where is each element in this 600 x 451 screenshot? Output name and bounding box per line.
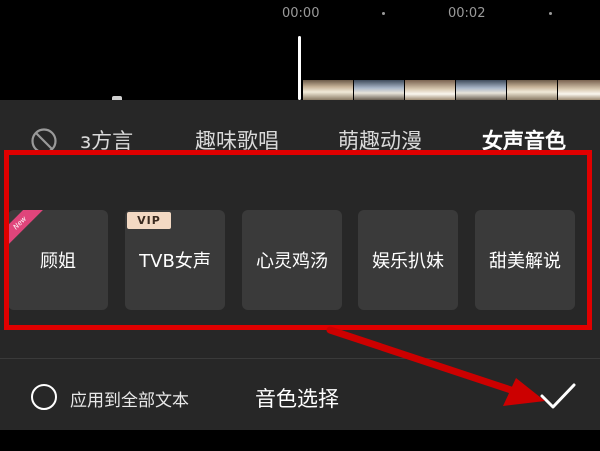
video-frame [507, 80, 557, 100]
video-frame [456, 80, 506, 100]
video-thumbnail-strip[interactable] [303, 80, 600, 100]
voice-select-title: 音色选择 [255, 387, 339, 411]
apply-all-label[interactable]: 应用到全部文本 [70, 386, 189, 411]
bottom-bar [0, 430, 600, 451]
time-tick-dot [549, 12, 552, 15]
video-frame [354, 80, 404, 100]
highlight-box [4, 150, 592, 330]
video-frame [405, 80, 455, 100]
video-frame [558, 80, 600, 100]
playhead[interactable] [298, 36, 301, 100]
radio-circle-icon[interactable] [31, 384, 57, 410]
time-tick-dot [382, 12, 385, 15]
checkmark-icon[interactable] [538, 380, 578, 412]
video-frame [303, 80, 353, 100]
timeline[interactable]: 00:00 00:02 [0, 0, 600, 100]
time-label-start: 00:00 [282, 6, 320, 21]
time-label-next: 00:02 [448, 6, 486, 21]
divider [0, 358, 600, 359]
